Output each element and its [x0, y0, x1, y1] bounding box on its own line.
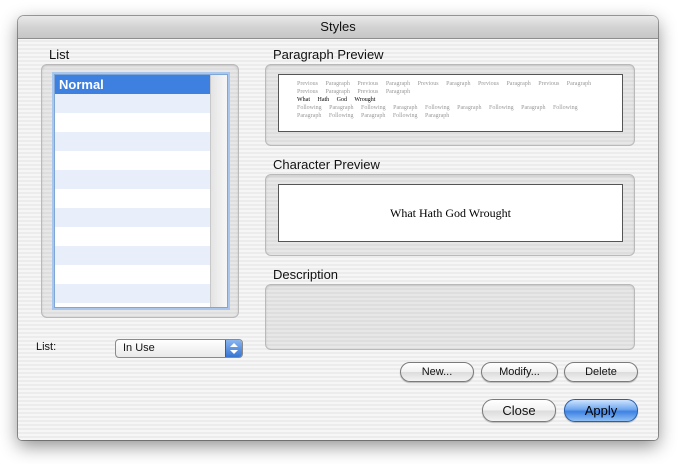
styles-list[interactable]: Normal: [54, 74, 228, 308]
paragraph-preview: Previous Paragraph Previous Paragraph Pr…: [278, 74, 623, 132]
close-button[interactable]: Close: [482, 399, 556, 422]
list-item-selected[interactable]: Normal: [55, 75, 210, 94]
list-item[interactable]: [55, 265, 210, 284]
list-item[interactable]: [55, 94, 210, 113]
title-bar[interactable]: Styles: [18, 16, 658, 39]
list-item[interactable]: [55, 113, 210, 132]
list-item[interactable]: [55, 170, 210, 189]
styles-dialog: Styles List Normal Paragraph Preview Pre…: [18, 16, 658, 440]
current-paragraph-line: What Hath God Wrought: [297, 97, 376, 103]
list-item[interactable]: [55, 208, 210, 227]
list-item[interactable]: [55, 132, 210, 151]
list-filter-popup[interactable]: In Use: [115, 339, 243, 358]
apply-button[interactable]: Apply: [564, 399, 638, 422]
previous-paragraph-line: Previous Paragraph Previous Paragraph: [297, 89, 411, 95]
character-preview-label: Character Preview: [273, 157, 380, 172]
window-title: Styles: [320, 19, 356, 34]
new-button[interactable]: New...: [400, 362, 474, 382]
character-preview-text: What Hath God Wrought: [390, 206, 511, 220]
description-label: Description: [273, 267, 339, 282]
list-scrollbar[interactable]: [210, 75, 227, 307]
list-filter-value: In Use: [123, 342, 155, 354]
following-paragraph-line: Following Paragraph Following Paragraph …: [297, 105, 578, 111]
list-item[interactable]: [55, 246, 210, 265]
following-paragraph-line: Paragraph Following Paragraph Following …: [297, 113, 450, 119]
styles-list-rows: Normal: [55, 75, 210, 307]
list-item[interactable]: [55, 284, 210, 303]
previous-paragraph-line: Previous Paragraph Previous Paragraph Pr…: [297, 81, 592, 87]
paragraph-preview-label: Paragraph Preview: [273, 47, 384, 62]
delete-button[interactable]: Delete: [564, 362, 638, 382]
modify-button[interactable]: Modify...: [481, 362, 558, 382]
list-label: List: [49, 47, 70, 62]
list-item[interactable]: [55, 151, 210, 170]
description-box: [265, 284, 635, 350]
popup-arrows-icon: [225, 340, 242, 357]
character-preview: What Hath God Wrought: [278, 184, 623, 242]
list-filter-label: List:: [36, 341, 57, 353]
list-item[interactable]: [55, 227, 210, 246]
list-item[interactable]: [55, 189, 210, 208]
